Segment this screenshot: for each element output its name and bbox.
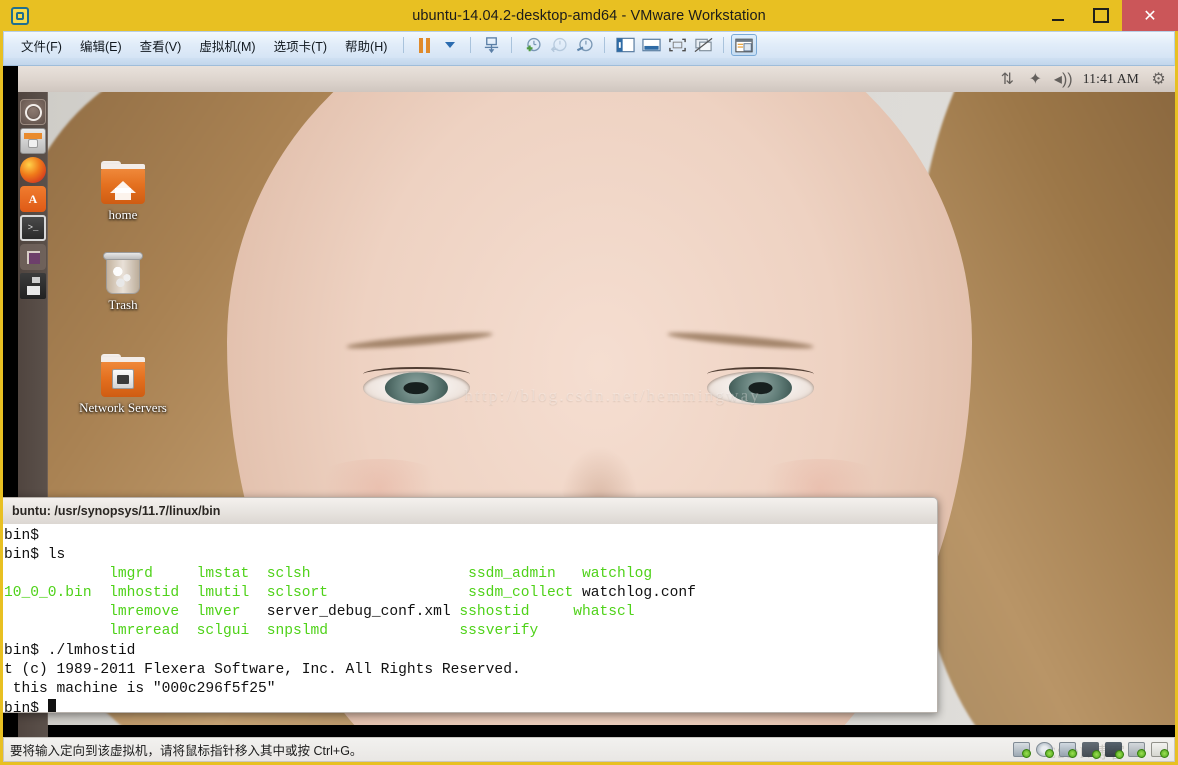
status-device-harddisk[interactable] xyxy=(1013,742,1031,758)
menubar: 文件(F) 编辑(E) 查看(V) 虚拟机(M) 选项卡(T) 帮助(H) xyxy=(3,31,1175,58)
terminal-line: bin$ ls xyxy=(4,547,66,564)
snapshot-revert-icon xyxy=(550,37,567,52)
take-snapshot-button[interactable] xyxy=(519,34,545,56)
window-controls: ✕ xyxy=(1036,0,1178,31)
menu-file[interactable]: 文件(F) xyxy=(12,32,71,59)
snapshot-add-icon xyxy=(526,37,541,51)
status-device-network[interactable] xyxy=(1059,742,1077,758)
sidebar-panel-icon xyxy=(616,37,635,53)
toolbar-separator xyxy=(604,37,606,53)
window-title: ubuntu-14.04.2-desktop-amd64 - VMware Wo… xyxy=(412,7,766,24)
network-indicator-icon[interactable]: ⇅ xyxy=(999,71,1016,88)
terminal-line: lmremove lmver server_debug_conf.xml ssh… xyxy=(109,604,635,621)
terminal-line: 10_0_0.bin lmhostid lmutil sclsort ssdm_… xyxy=(4,585,696,602)
snapshot-manager-icon xyxy=(576,37,593,51)
menu-tabs[interactable]: 选项卡(T) xyxy=(265,32,336,59)
menu-view[interactable]: 查看(V) xyxy=(131,32,191,59)
window-titlebar: ubuntu-14.04.2-desktop-amd64 - VMware Wo… xyxy=(0,0,1178,31)
close-button[interactable]: ✕ xyxy=(1122,0,1178,31)
desktop-icon-home[interactable]: home xyxy=(71,154,175,223)
terminal-line: bin$ xyxy=(4,528,48,544)
terminal-output-area[interactable]: bin$ bin$ ls lmgrd lmstat sclsh ssdm_adm… xyxy=(3,524,938,713)
terminal-line: bin$ xyxy=(3,698,937,712)
toolbar-separator xyxy=(723,37,725,53)
status-device-tray xyxy=(1013,742,1169,759)
launcher-workspace[interactable] xyxy=(20,273,46,299)
terminal-title: buntu: /usr/synopsys/11.7/linux/bin xyxy=(12,504,221,518)
gnome-terminal-window[interactable]: buntu: /usr/synopsys/11.7/linux/bin bin$… xyxy=(3,497,938,713)
trash-icon xyxy=(71,244,175,294)
show-thumbnails-button[interactable] xyxy=(638,34,664,56)
terminal-titlebar[interactable]: buntu: /usr/synopsys/11.7/linux/bin xyxy=(3,497,938,524)
console-view-icon xyxy=(735,38,754,52)
status-message: 要将输入定向到该虚拟机，请将鼠标指针移入其中或按 Ctrl+G。 xyxy=(10,744,363,758)
desktop-icon-network-servers[interactable]: Network Servers xyxy=(71,347,175,416)
panel-clock[interactable]: 11:41 AM xyxy=(1083,71,1139,87)
status-device-sound[interactable] xyxy=(1105,742,1124,759)
menu-vm[interactable]: 虚拟机(M) xyxy=(190,32,264,59)
bluetooth-indicator-icon[interactable]: ✦ xyxy=(1027,71,1044,88)
pause-icon xyxy=(418,37,430,53)
terminal-line: bin$ ./lmhostid xyxy=(4,642,136,659)
launcher-system-settings[interactable] xyxy=(20,244,46,270)
terminal-line: lmgrd lmstat sclsh ssdm_admin watchlog xyxy=(109,566,653,583)
menu-help[interactable]: 帮助(H) xyxy=(336,32,396,59)
desktop-icon-label: Network Servers xyxy=(79,400,167,415)
launcher-dash-home[interactable] xyxy=(20,99,46,125)
unity-mode-button[interactable] xyxy=(690,34,716,56)
toolbar-secondary-strip xyxy=(3,58,1175,66)
launcher-terminal[interactable] xyxy=(20,215,46,241)
fullscreen-button[interactable] xyxy=(664,34,690,56)
status-device-usb[interactable] xyxy=(1151,742,1169,758)
fullscreen-icon xyxy=(669,38,686,52)
vmware-workstation-window: ubuntu-14.04.2-desktop-amd64 - VMware Wo… xyxy=(0,0,1178,765)
thumbnail-bar-icon xyxy=(642,38,661,52)
console-view-button[interactable] xyxy=(731,34,758,56)
chevron-down-icon xyxy=(445,42,456,48)
unity-mode-icon xyxy=(694,37,713,53)
terminal-line: t (c) 1989-2011 Flexera Software, Inc. A… xyxy=(4,661,521,678)
suspend-button[interactable] xyxy=(411,34,437,56)
snapshot-manager-button[interactable] xyxy=(571,34,597,56)
terminal-line: lmreread sclgui snpslmd sssverify xyxy=(109,623,539,640)
vm-letterbox-bottom xyxy=(47,725,1175,737)
vmware-tools-icon xyxy=(484,36,499,53)
desktop-icon-label: Trash xyxy=(108,297,138,312)
desktop-icon-trash[interactable]: Trash xyxy=(71,244,175,313)
menu-edit[interactable]: 编辑(E) xyxy=(71,32,131,59)
session-gear-icon[interactable]: ⚙ xyxy=(1150,71,1167,88)
status-device-camera[interactable] xyxy=(1128,742,1146,758)
launcher-software-center[interactable] xyxy=(20,186,46,212)
show-library-button[interactable] xyxy=(612,34,638,56)
launcher-firefox[interactable] xyxy=(20,157,46,183)
minimize-button[interactable] xyxy=(1036,0,1079,31)
home-folder-icon xyxy=(71,154,175,204)
vmware-icon xyxy=(11,6,29,25)
power-dropdown-button[interactable] xyxy=(437,34,463,56)
network-servers-icon xyxy=(71,347,175,397)
maximize-button[interactable] xyxy=(1079,0,1122,31)
toolbar-separator xyxy=(403,37,405,53)
status-device-printer[interactable] xyxy=(1082,742,1101,759)
install-tools-button[interactable] xyxy=(478,34,504,56)
terminal-line: this machine is "000c296f5f25" xyxy=(4,680,276,697)
toolbar-separator xyxy=(511,37,513,53)
volume-indicator-icon[interactable]: ◂)) xyxy=(1054,71,1073,88)
revert-snapshot-button[interactable] xyxy=(545,34,571,56)
vm-console-viewport[interactable]: ⇅ ✦ ◂)) 11:41 AM ⚙ A >_ http://blog.csdn… xyxy=(3,66,1175,737)
status-device-cdrom[interactable] xyxy=(1036,742,1054,758)
statusbar: 要将输入定向到该虚拟机，请将鼠标指针移入其中或按 Ctrl+G。 CSDN博客 xyxy=(3,737,1175,762)
desktop-icon-label: home xyxy=(108,207,138,222)
guest-top-panel: ⇅ ✦ ◂)) 11:41 AM ⚙ xyxy=(18,66,1175,92)
launcher-files[interactable] xyxy=(20,128,46,154)
toolbar-separator xyxy=(470,37,472,53)
